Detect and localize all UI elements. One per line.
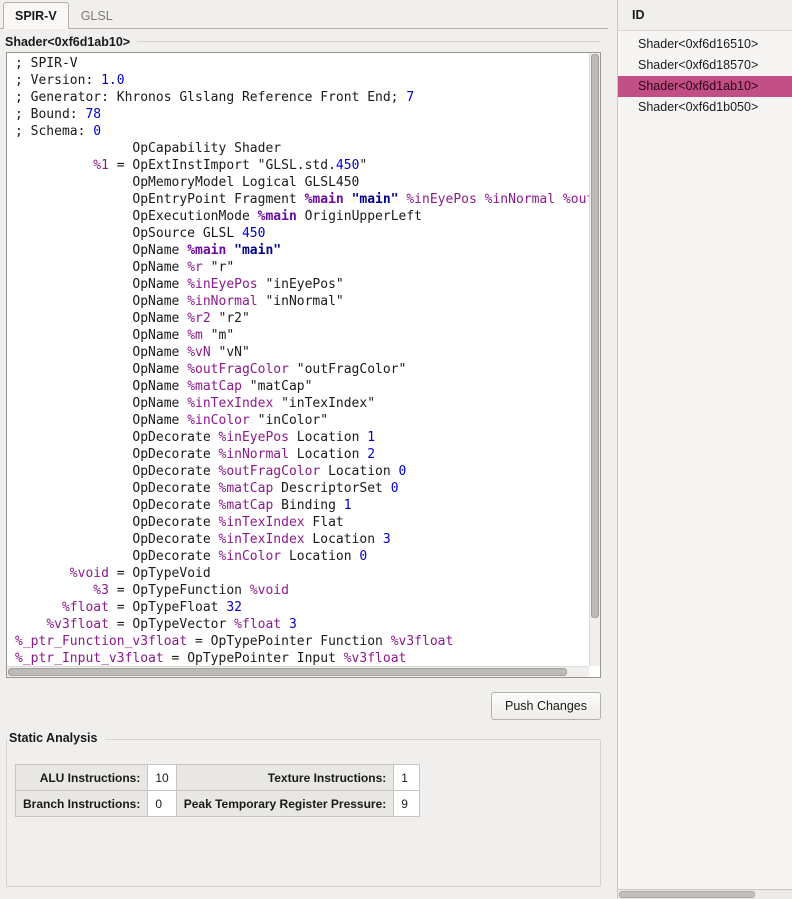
id-panel-scrollbar-thumb[interactable] (619, 891, 755, 898)
code-line: %3 = OpTypeFunction %void (15, 582, 589, 599)
code-line: %float = OpTypeFloat 32 (15, 599, 589, 616)
code-line: %void = OpTypeVoid (15, 565, 589, 582)
code-line: OpName %inNormal "inNormal" (15, 293, 589, 310)
tab-glsl[interactable]: GLSL (69, 2, 125, 28)
code-line: OpMemoryModel Logical GLSL450 (15, 174, 589, 191)
analysis-value: 1 (394, 765, 420, 791)
code-line: OpName %matCap "matCap" (15, 378, 589, 395)
code-line: ; SPIR-V (15, 55, 589, 72)
shader-groupbox-header: Shader<0xf6d1ab10> (0, 29, 608, 52)
code-line: OpName %m "m" (15, 327, 589, 344)
push-changes-button[interactable]: Push Changes (491, 692, 601, 720)
code-line: OpExecutionMode %main OriginUpperLeft (15, 208, 589, 225)
static-analysis-title: Static Analysis (7, 731, 105, 745)
analysis-row: ALU Instructions:10Texture Instructions:… (16, 765, 420, 791)
code-line: OpSource GLSL 450 (15, 225, 589, 242)
analysis-label: Peak Temporary Register Pressure: (176, 791, 394, 817)
id-column-header: ID (618, 0, 792, 31)
analysis-label: Texture Instructions: (176, 765, 394, 791)
analysis-label: ALU Instructions: (16, 765, 148, 791)
code-line: %1 = OpExtInstImport "GLSL.std.450" (15, 157, 589, 174)
analysis-row: Branch Instructions:0Peak Temporary Regi… (16, 791, 420, 817)
code-line: OpName %inColor "inColor" (15, 412, 589, 429)
code-line: OpName %inTexIndex "inTexIndex" (15, 395, 589, 412)
code-line: OpDecorate %inTexIndex Location 3 (15, 531, 589, 548)
code-line: OpName %r "r" (15, 259, 589, 276)
code-text[interactable]: ; SPIR-V; Version: 1.0; Generator: Khron… (7, 53, 589, 666)
code-line: OpDecorate %inEyePos Location 1 (15, 429, 589, 446)
shader-id-list: Shader<0xf6d16510>Shader<0xf6d18570>Shad… (618, 31, 792, 118)
tab-spirv[interactable]: SPIR-V (3, 2, 69, 29)
list-item[interactable]: Shader<0xf6d1ab10> (618, 76, 792, 97)
analysis-value: 9 (394, 791, 420, 817)
horizontal-scrollbar[interactable] (7, 666, 589, 677)
code-line: ; Schema: 0 (15, 123, 589, 140)
code-line: OpEntryPoint Fragment %main "main" %inEy… (15, 191, 589, 208)
vertical-scrollbar-thumb[interactable] (591, 54, 599, 618)
code-line: OpName %inEyePos "inEyePos" (15, 276, 589, 293)
code-line: %_ptr_Function_v3float = OpTypePointer F… (15, 633, 589, 650)
code-line: ; Version: 1.0 (15, 72, 589, 89)
static-analysis-table: ALU Instructions:10Texture Instructions:… (15, 764, 420, 817)
code-line: %v3float = OpTypeVector %float 3 (15, 616, 589, 633)
code-line: OpName %vN "vN" (15, 344, 589, 361)
code-line: OpDecorate %matCap DescriptorSet 0 (15, 480, 589, 497)
code-line: ; Generator: Khronos Glslang Reference F… (15, 89, 589, 106)
static-analysis-table-body: ALU Instructions:10Texture Instructions:… (16, 765, 420, 817)
code-line: OpDecorate %inColor Location 0 (15, 548, 589, 565)
code-line: OpCapability Shader (15, 140, 589, 157)
list-item[interactable]: Shader<0xf6d18570> (618, 55, 792, 76)
code-line: OpDecorate %inNormal Location 2 (15, 446, 589, 463)
spirv-disassembly-editor[interactable]: ; SPIR-V; Version: 1.0; Generator: Khron… (6, 52, 601, 678)
analysis-value: 0 (148, 791, 176, 817)
shader-format-tabbar: SPIR-V GLSL (0, 0, 608, 29)
code-line: OpDecorate %matCap Binding 1 (15, 497, 589, 514)
groupbox-rule (137, 41, 600, 42)
code-line: ; Bound: 78 (15, 106, 589, 123)
analysis-value: 10 (148, 765, 176, 791)
code-line: OpName %r2 "r2" (15, 310, 589, 327)
code-line: OpDecorate %inTexIndex Flat (15, 514, 589, 531)
shader-viewer-panel: SPIR-V GLSL Shader<0xf6d1ab10> ; SPIR-V;… (0, 0, 608, 899)
vertical-scrollbar[interactable] (589, 53, 600, 666)
horizontal-scrollbar-thumb[interactable] (8, 668, 567, 676)
code-line: OpName %outFragColor "outFragColor" (15, 361, 589, 378)
code-line: OpName %main "main" (15, 242, 589, 259)
editor-button-row: Push Changes (0, 678, 608, 720)
static-analysis-group: Static Analysis ALU Instructions:10Textu… (6, 739, 601, 887)
id-panel-horizontal-scrollbar[interactable] (617, 889, 792, 899)
list-item[interactable]: Shader<0xf6d16510> (618, 34, 792, 55)
shader-id-panel: ID Shader<0xf6d16510>Shader<0xf6d18570>S… (617, 0, 792, 889)
analysis-label: Branch Instructions: (16, 791, 148, 817)
code-line: %_ptr_Input_v3float = OpTypePointer Inpu… (15, 650, 589, 666)
list-item[interactable]: Shader<0xf6d1b050> (618, 97, 792, 118)
code-line: OpDecorate %outFragColor Location 0 (15, 463, 589, 480)
shader-name-label: Shader<0xf6d1ab10> (5, 35, 130, 49)
